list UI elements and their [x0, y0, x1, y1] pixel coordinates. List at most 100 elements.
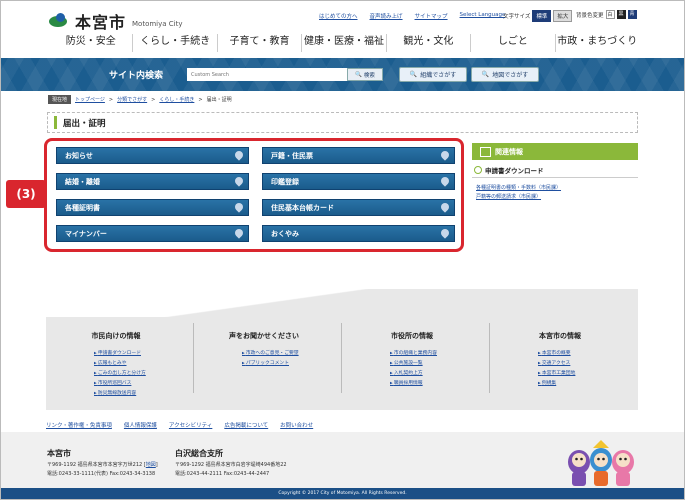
footer-links: リンク・著作権・免責事項 個人情報保護 アクセシビリティ 広告掲載について お問…: [46, 421, 313, 429]
download-link-postal-request[interactable]: 戸籍等の郵送請求（市民課）: [476, 193, 561, 200]
office-address-main: 〒969-1192 福島県本宮市本宮字万世212 [地図] 電話:0243-33…: [47, 462, 158, 477]
global-nav: 防災・安全 くらし・手続き 子育て・教育 健康・医療・福祉 観光・文化 しごと …: [49, 34, 639, 52]
menu-item-my-number[interactable]: マイナンバー: [53, 225, 249, 242]
menu-item-resident-card[interactable]: 住民基本台帳カード: [259, 199, 455, 216]
pin-icon: [439, 201, 451, 213]
breadcrumb-current: 届出・証明: [206, 97, 232, 103]
gnav-health-welfare[interactable]: 健康・医療・福祉: [302, 34, 387, 52]
search-input[interactable]: [187, 68, 347, 81]
footer-col-title: 市民向けの情報: [91, 332, 141, 340]
footer-link[interactable]: 入札契約上方: [390, 369, 482, 376]
pin-icon: [233, 175, 245, 187]
menu-item-label: 印鑑登録: [271, 177, 299, 186]
footer-link-copyright[interactable]: リンク・著作権・免責事項: [46, 421, 112, 429]
breadcrumb-category[interactable]: 分類でさがす: [117, 96, 147, 103]
menu-item-marriage-divorce[interactable]: 結婚・離婚: [53, 173, 249, 190]
footer-col-title: 声をお聞かせください: [229, 332, 299, 340]
site-header: 本宮市 Motomiya City はじめての方へ 音声読み上げ サイトマップ …: [1, 1, 684, 57]
link-speech[interactable]: 音声読み上げ: [370, 12, 403, 20]
footer-link[interactable]: パブリックコメント: [242, 359, 334, 366]
footer-link[interactable]: 例規集: [538, 379, 630, 386]
site-logo[interactable]: 本宮市 Motomiya City: [49, 9, 183, 33]
download-title: 申請書ダウンロード: [485, 167, 544, 175]
link-select-language[interactable]: Select Language: [460, 12, 506, 20]
search-icon: 🔍: [409, 71, 418, 78]
footer-link-advertising[interactable]: 広告掲載について: [224, 421, 268, 429]
text-size-label: 文字サイズ: [503, 14, 531, 20]
search-icon: 🔍: [481, 71, 490, 78]
logo-text-en: Motomiya City: [132, 20, 183, 28]
download-list: 各種証明書の種類・手数料（市民課） 戸籍等の郵送請求（市民課）: [476, 184, 561, 202]
footer-link[interactable]: 交通アクセス: [538, 359, 630, 366]
link-sitemap[interactable]: サイトマップ: [415, 12, 448, 20]
footer-link[interactable]: 申請書ダウンロード: [94, 349, 186, 356]
search-by-map-button[interactable]: 🔍 地図でさがす: [471, 67, 539, 82]
office-address-line: 〒969-1292 福島県本宮市白岩字堤崎494番地22: [175, 462, 287, 468]
menu-item-family-register[interactable]: 戸籍・住民票: [259, 147, 455, 164]
category-menu: お知らせ 戸籍・住民票 結婚・離婚 印鑑登録 各種証明書 住民基本台帳カード マ…: [53, 147, 455, 242]
gnav-tourism-culture[interactable]: 観光・文化: [387, 34, 472, 52]
menu-item-label: 戸籍・住民票: [271, 151, 313, 160]
footer-col-city-hall: 市役所の情報 市の組織と業務内容 公共施設一覧 入札契約上方 職員採用情報: [342, 331, 482, 389]
related-info-heading: 関連情報: [472, 143, 638, 160]
bg-color-control: 背景色変更 白 黒 青: [576, 10, 637, 19]
footer-col-feedback: 声をお聞かせください 市政へのご意見・ご要望 パブリックコメント: [194, 331, 334, 369]
menu-item-label: マイナンバー: [65, 229, 107, 238]
utility-links: はじめての方へ 音声読み上げ サイトマップ Select Language: [319, 12, 505, 20]
breadcrumb: 現在地 トップページ > 分類でさがす > くらし・手続き > 届出・証明: [48, 95, 232, 104]
search-button-label: 検索: [363, 72, 375, 79]
download-link-certificates-fees[interactable]: 各種証明書の種類・手数料（市民課）: [476, 184, 561, 191]
site-search-label: サイト内検索: [109, 71, 164, 81]
gnav-disaster-safety[interactable]: 防災・安全: [49, 34, 134, 52]
map-link[interactable]: 地図: [146, 462, 156, 468]
text-size-control: 文字サイズ 標準 拡大: [503, 10, 573, 22]
search-band: サイト内検索 🔍 検索 🔍 組織でさがす 🔍 地図でさがす: [1, 58, 684, 91]
search-by-organization-button[interactable]: 🔍 組織でさがす: [399, 67, 467, 82]
menu-item-certificates[interactable]: 各種証明書: [53, 199, 249, 216]
gnav-city-administration[interactable]: 市政・まちづくり: [556, 34, 639, 52]
city-emblem-icon: [49, 13, 71, 29]
footer-col-list: 申請書ダウンロード 広報もとみや ごみの出し方と分け方 市役所巡回バス 防災無線…: [46, 349, 186, 396]
footer-link[interactable]: 本宮市工業団地: [538, 369, 630, 376]
breadcrumb-living[interactable]: くらし・手続き: [159, 96, 194, 103]
footer-col-list: 市の組織と業務内容 公共施設一覧 入札契約上方 職員採用情報: [342, 349, 482, 386]
pin-icon: [233, 201, 245, 213]
footer-col-title: 市役所の情報: [391, 332, 433, 340]
footer-col-city-info: 本宮市の情報 本宮市の概要 交通アクセス 本宮市工業団地 例規集: [490, 331, 630, 389]
menu-item-seal-registration[interactable]: 印鑑登録: [259, 173, 455, 190]
footer-link[interactable]: 広報もとみや: [94, 359, 186, 366]
search-button[interactable]: 🔍 検索: [347, 68, 383, 81]
menu-item-label: 結婚・離婚: [65, 177, 100, 186]
footer-col-title: 本宮市の情報: [539, 332, 581, 340]
page-title-text: 届出・証明: [63, 118, 106, 129]
bg-blue-button[interactable]: 青: [627, 10, 637, 19]
footer-link[interactable]: ごみの出し方と分け方: [94, 369, 186, 376]
gnav-jobs[interactable]: しごと: [471, 34, 556, 52]
footer-link[interactable]: 市役所巡回バス: [94, 379, 186, 386]
office-name-branch: 白沢総合支所: [175, 449, 223, 458]
related-info-title: 関連情報: [495, 147, 523, 156]
footer-col-citizens: 市民向けの情報 申請書ダウンロード 広報もとみや ごみの出し方と分け方 市役所巡…: [46, 331, 186, 399]
gnav-childcare-education[interactable]: 子育て・教育: [218, 34, 303, 52]
footer-link[interactable]: 公共施設一覧: [390, 359, 482, 366]
footer-link[interactable]: 本宮市の概要: [538, 349, 630, 356]
menu-item-news[interactable]: お知らせ: [53, 147, 249, 164]
bg-black-button[interactable]: 黒: [616, 10, 626, 19]
footer-link[interactable]: 市の組織と業務内容: [390, 349, 482, 356]
footer-link-accessibility[interactable]: アクセシビリティ: [169, 421, 212, 429]
link-first-time[interactable]: はじめての方へ: [319, 12, 358, 20]
copyright-bar: Copyright © 2017 City of Motomiya. All R…: [1, 488, 684, 499]
text-size-standard-button[interactable]: 標準: [532, 10, 552, 22]
footer-link[interactable]: 市政へのご意見・ご要望: [242, 349, 334, 356]
pin-icon: [233, 149, 245, 161]
annotation-badge: (3): [6, 180, 46, 208]
menu-item-bereavement[interactable]: おくやみ: [259, 225, 455, 242]
bg-white-button[interactable]: 白: [605, 10, 615, 19]
footer-link-privacy[interactable]: 個人情報保護: [124, 421, 157, 429]
breadcrumb-top[interactable]: トップページ: [75, 96, 105, 103]
footer-link[interactable]: 職員採用情報: [390, 379, 482, 386]
gnav-living-procedures[interactable]: くらし・手続き: [133, 34, 218, 52]
footer-link[interactable]: 防災無線放送内容: [94, 389, 186, 396]
footer-link-contact[interactable]: お問い合わせ: [280, 421, 313, 429]
text-size-large-button[interactable]: 拡大: [553, 10, 573, 22]
